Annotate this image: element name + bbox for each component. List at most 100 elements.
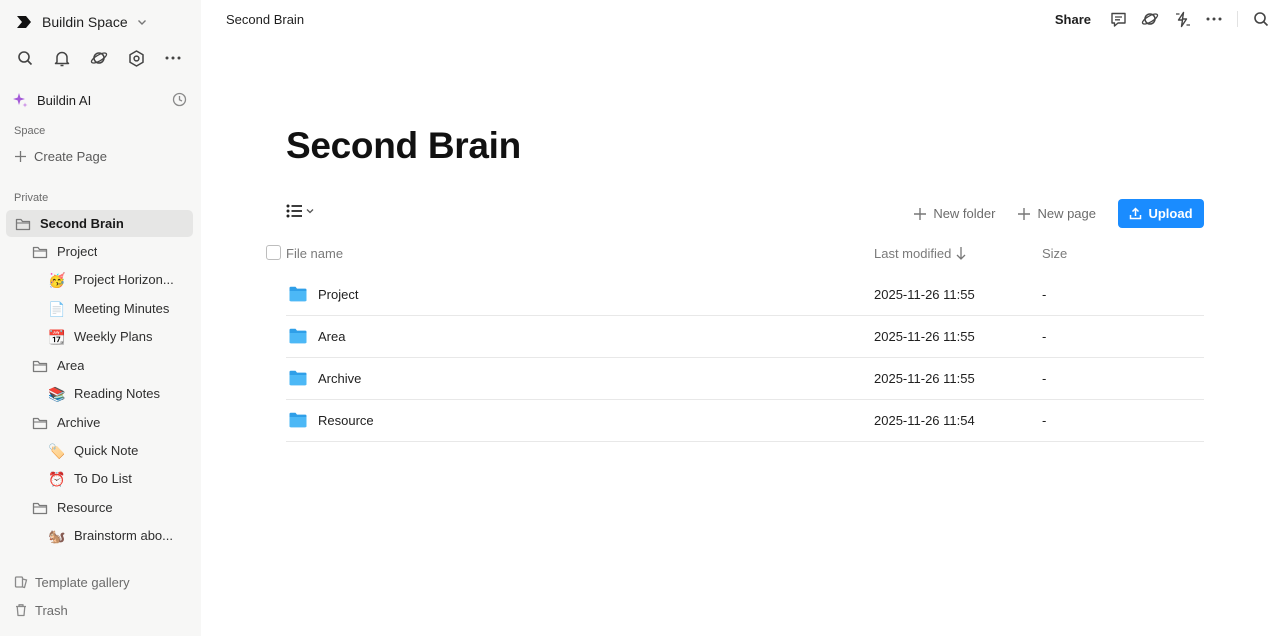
party-face-emoji: 🥳 — [48, 271, 66, 288]
squirrel-emoji: 🐿️ — [48, 527, 66, 544]
planet-icon[interactable] — [90, 49, 108, 67]
table-header: File name Last modified Size — [264, 244, 1204, 264]
sidebar-item-brainstorm-abo[interactable]: 🐿️ Brainstorm abo... — [6, 522, 193, 549]
sidebar-item-quick-note[interactable]: 🏷️ Quick Note — [6, 437, 193, 464]
sidebar-item-label: Project Horizon... — [74, 272, 174, 287]
planet-icon[interactable] — [1141, 10, 1159, 28]
alarm-clock-emoji: ⏰ — [48, 470, 66, 487]
template-icon — [14, 576, 28, 589]
create-page-button[interactable]: Create Page — [14, 146, 107, 166]
automation-icon[interactable] — [1173, 10, 1191, 28]
select-all-checkbox[interactable] — [266, 245, 281, 260]
sidebar-item-reading-notes[interactable]: 📚 Reading Notes — [6, 380, 193, 407]
workspace-name: Buildin Space — [42, 14, 128, 30]
workspace-switcher[interactable]: Buildin Space — [14, 11, 148, 33]
trash-link[interactable]: Trash — [14, 600, 68, 620]
file-size: - — [1042, 329, 1047, 344]
file-name: Resource — [318, 413, 374, 428]
view-switcher[interactable] — [286, 204, 315, 218]
column-last-modified[interactable]: Last modified — [874, 246, 967, 261]
folder-icon — [31, 357, 49, 375]
folder-icon — [31, 243, 49, 261]
column-size[interactable]: Size — [1042, 246, 1067, 261]
bell-icon[interactable] — [53, 49, 71, 67]
more-icon[interactable] — [164, 49, 182, 67]
sidebar-item-label: Project — [57, 244, 98, 259]
table-row[interactable]: Archive 2025-11-26 11:55 - — [286, 358, 1204, 400]
file-modified: 2025-11-26 11:55 — [874, 287, 975, 302]
sidebar-item-label: Resource — [57, 500, 113, 515]
books-emoji: 📚 — [48, 385, 66, 402]
folder-icon — [14, 215, 32, 233]
new-page-button[interactable]: New page — [1017, 206, 1096, 221]
ai-label: Buildin AI — [37, 92, 92, 108]
sidebar-item-meeting-minutes[interactable]: 📄 Meeting Minutes — [6, 295, 193, 322]
sidebar-item-archive[interactable]: Archive — [6, 409, 193, 436]
trash-icon — [16, 604, 26, 617]
file-name: Archive — [318, 371, 362, 386]
sidebar-item-label: Weekly Plans — [74, 329, 153, 344]
sidebar-item-weekly-plans[interactable]: 📆 Weekly Plans — [6, 323, 193, 350]
sidebar-item-label: Meeting Minutes — [74, 301, 170, 316]
comment-icon[interactable] — [1109, 10, 1127, 28]
calendar-emoji: 📆 — [48, 328, 66, 345]
create-page-label: Create Page — [34, 148, 107, 164]
file-modified: 2025-11-26 11:55 — [874, 371, 975, 386]
table-row[interactable]: Area 2025-11-26 11:55 - — [286, 316, 1204, 358]
file-modified: 2025-11-26 11:55 — [874, 329, 975, 344]
sidebar-item-second-brain[interactable]: Second Brain — [6, 210, 193, 237]
share-button[interactable]: Share — [1055, 12, 1091, 27]
new-folder-button[interactable]: New folder — [913, 206, 995, 221]
sort-descending-icon — [956, 247, 966, 260]
sidebar-item-label: Reading Notes — [74, 386, 160, 401]
sidebar-item-label: Second Brain — [40, 216, 124, 231]
document-emoji: 📄 — [48, 300, 66, 317]
folder-icon — [31, 499, 49, 517]
trash-label: Trash — [35, 602, 68, 618]
new-folder-label: New folder — [933, 206, 996, 221]
file-name: Area — [318, 329, 346, 344]
sidebar-item-resource[interactable]: Resource — [6, 494, 193, 521]
settings-icon[interactable] — [127, 49, 145, 67]
memo-emoji: 🏷️ — [48, 442, 66, 459]
upload-button[interactable]: Upload — [1118, 199, 1204, 228]
plus-icon — [15, 150, 26, 162]
topbar-actions: Share — [1055, 9, 1270, 29]
folder-icon — [289, 412, 307, 428]
upload-icon — [1130, 207, 1142, 220]
template-gallery-link[interactable]: Template gallery — [14, 572, 130, 592]
sparkle-icon — [13, 93, 28, 108]
buildin-ai-item[interactable]: Buildin AI — [12, 89, 190, 111]
upload-label: Upload — [1148, 206, 1193, 221]
history-icon[interactable] — [172, 92, 187, 107]
sidebar-item-label: To Do List — [74, 471, 132, 486]
search-icon[interactable] — [16, 49, 34, 67]
sidebar-item-area[interactable]: Area — [6, 352, 193, 379]
sidebar-item-to-do-list[interactable]: ⏰ To Do List — [6, 465, 193, 492]
column-file-name[interactable]: File name — [286, 246, 343, 261]
table-row[interactable]: Resource 2025-11-26 11:54 - — [286, 400, 1204, 442]
more-icon[interactable] — [1205, 10, 1223, 28]
chevron-down-icon — [306, 209, 314, 214]
file-actions: New folder New page Upload — [913, 199, 1204, 228]
file-size: - — [1042, 413, 1047, 428]
sidebar-item-label: Brainstorm abo... — [74, 528, 173, 543]
file-name: Project — [318, 287, 359, 302]
folder-icon — [289, 328, 307, 344]
plus-icon — [1018, 207, 1031, 220]
space-section-label: Space — [14, 125, 46, 137]
template-gallery-label: Template gallery — [35, 574, 130, 590]
sidebar-item-label: Quick Note — [74, 443, 139, 458]
search-icon[interactable] — [1252, 10, 1270, 28]
column-last-modified-label: Last modified — [874, 246, 952, 261]
plus-icon — [914, 207, 927, 220]
breadcrumb[interactable]: Second Brain — [226, 12, 304, 27]
toolbar-divider — [1237, 11, 1238, 27]
sidebar-item-project[interactable]: Project — [6, 238, 193, 265]
sidebar-item-project-horizon[interactable]: 🥳 Project Horizon... — [6, 266, 193, 293]
list-view-icon — [286, 204, 302, 218]
table-row[interactable]: Project 2025-11-26 11:55 - — [286, 274, 1204, 316]
folder-icon — [289, 370, 307, 386]
file-modified: 2025-11-26 11:54 — [874, 413, 975, 428]
sidebar-toolbar — [16, 49, 182, 67]
